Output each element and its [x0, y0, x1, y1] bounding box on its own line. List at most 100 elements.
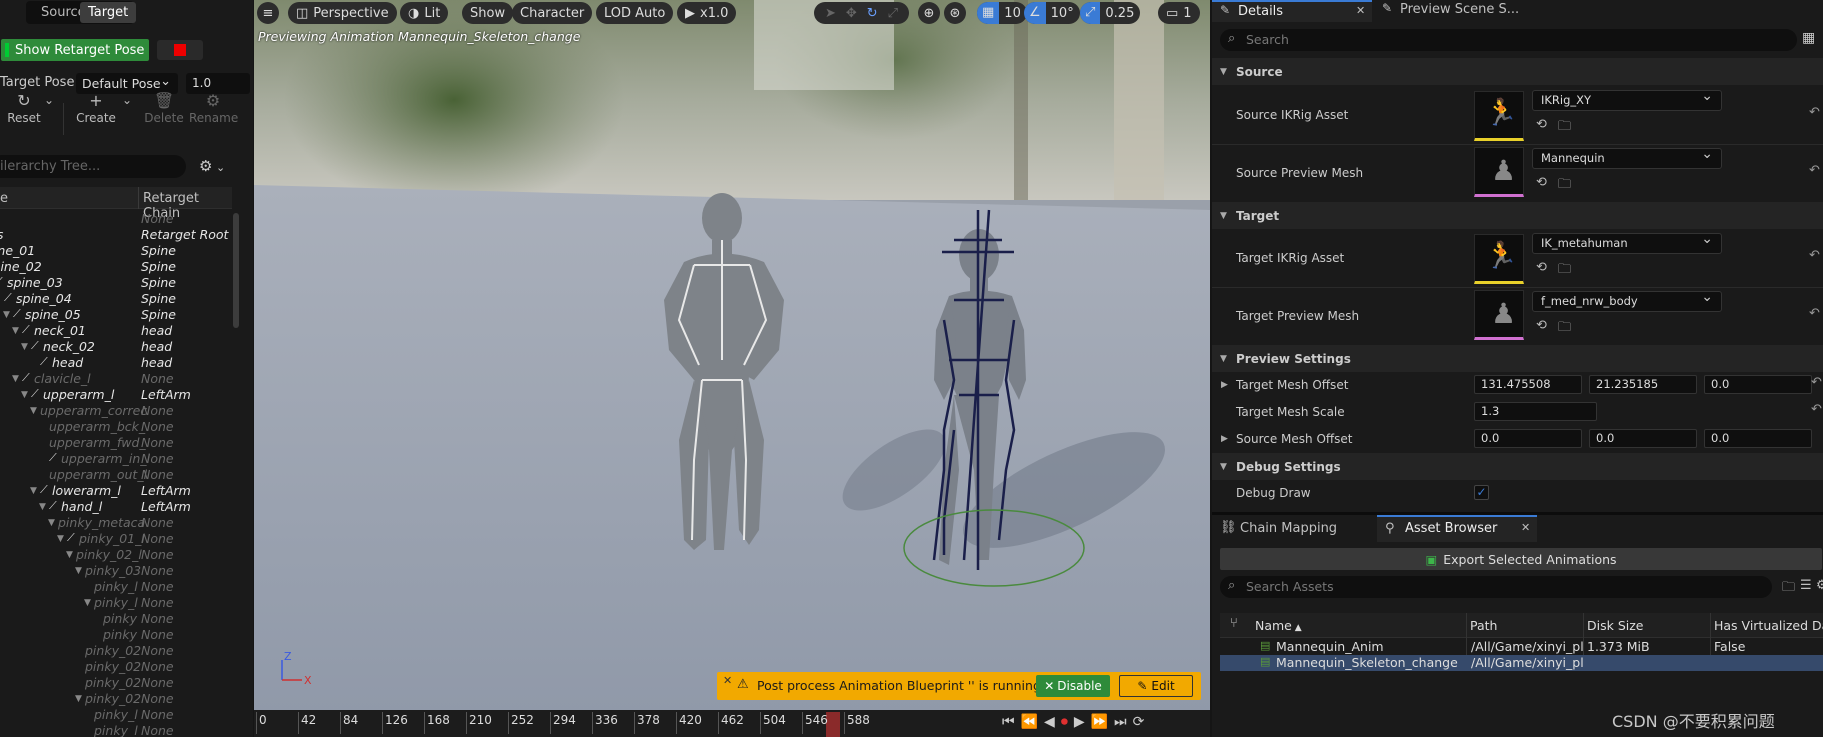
retarget-chain[interactable]: Spine — [141, 291, 176, 306]
source-ikrig-dropdown[interactable]: IKRig_XY — [1532, 87, 1722, 111]
tree-row[interactable]: ▼ pinky_l None — [0, 595, 236, 611]
tree-row[interactable]: pinky_l None — [0, 723, 236, 737]
column-name-header[interactable]: e — [0, 191, 8, 206]
delete-button[interactable]: 🗑 Delete — [140, 91, 188, 125]
expand-arrow-icon[interactable]: ▼ — [39, 499, 47, 515]
section-target[interactable]: ▼ Target — [1212, 202, 1823, 229]
reset-to-default-icon[interactable]: ↶ — [1809, 248, 1820, 263]
skip-start-icon[interactable]: ⏮ — [1002, 714, 1021, 730]
tree-row[interactable]: upperarm_out_l None — [0, 467, 236, 483]
tree-row[interactable]: ⟋ spine_04 Spine — [0, 291, 236, 307]
browse-icon[interactable]: ⟲ — [1536, 117, 1547, 132]
source-offset-x-input[interactable]: 0.0 — [1474, 429, 1582, 448]
loop-icon[interactable]: ⟳ — [1133, 714, 1151, 730]
expand-arrow-icon[interactable]: ▼ — [21, 339, 29, 355]
tree-scrollbar[interactable] — [233, 213, 239, 328]
retarget-chain[interactable]: LeftArm — [141, 499, 191, 514]
tab-asset-browser[interactable]: ⚲ Asset Browser ✕ — [1377, 515, 1537, 542]
settings-icon[interactable]: ⚙ — [1816, 578, 1823, 593]
tree-row[interactable]: spine_02 Spine — [0, 259, 236, 275]
retarget-chain[interactable]: Spine — [141, 259, 176, 274]
retarget-chain[interactable]: None — [141, 547, 174, 562]
tree-row[interactable]: vis Retarget Root — [0, 227, 236, 243]
expand-arrow-icon[interactable]: ▼ — [3, 307, 11, 323]
tree-row[interactable]: ▼ ⟋ neck_02 head — [0, 339, 236, 355]
tree-row[interactable]: pinky_02 None — [0, 675, 236, 691]
rotate-icon[interactable]: ↻ — [867, 6, 878, 21]
grid-snap-button[interactable]: ▦ 10 — [977, 2, 1027, 24]
reset-to-default-icon[interactable]: ↶ — [1811, 375, 1822, 390]
export-animations-button[interactable]: ▣ Export Selected Animations — [1220, 548, 1822, 570]
reset-button[interactable]: ↻ Reset ⌄ — [0, 91, 54, 125]
viewport[interactable]: Z X ≡ ◫ Perspective ◑ Lit Show Character L… — [254, 0, 1210, 737]
tree-row[interactable]: ⟋ spine_03 Spine — [0, 275, 236, 291]
source-offset-y-input[interactable]: 0.0 — [1589, 429, 1697, 448]
reset-to-default-icon[interactable]: ↶ — [1811, 402, 1822, 417]
close-icon[interactable]: ✕ — [1356, 4, 1365, 17]
tree-row[interactable]: ⟋ upperarm_in_l None — [0, 451, 236, 467]
tree-row[interactable]: ▼ pinky_02_l None — [0, 547, 236, 563]
browse-icon[interactable]: ⟲ — [1536, 260, 1547, 275]
expand-arrow-icon[interactable]: ▶ — [1221, 380, 1228, 390]
play-icon[interactable]: ▶ — [1074, 714, 1091, 730]
retarget-chain[interactable]: LeftArm — [141, 387, 191, 402]
find-in-browser-icon[interactable]: 🗀 — [1558, 318, 1571, 340]
find-in-browser-icon[interactable]: 🗀 — [1558, 260, 1571, 282]
viewport-menu-button[interactable]: ≡ — [257, 2, 279, 24]
scale-snap-button[interactable]: ⤢ 0.25 — [1080, 2, 1141, 24]
scale-icon[interactable]: ⤢ — [888, 6, 898, 21]
target-ikrig-thumbnail[interactable]: 🏃 — [1474, 234, 1524, 284]
reset-to-default-icon[interactable]: ↶ — [1809, 306, 1820, 321]
retarget-chain[interactable]: None — [141, 515, 174, 530]
section-preview-settings[interactable]: ▼ Preview Settings — [1212, 345, 1823, 372]
tree-row[interactable]: None — [0, 211, 236, 227]
tab-details[interactable]: ✎ Details ✕ — [1212, 0, 1372, 22]
tree-row[interactable]: ▼ ⟋ hand_l LeftArm — [0, 499, 236, 515]
retarget-chain[interactable]: Spine — [141, 243, 176, 258]
show-retarget-pose-button[interactable]: Show Retarget Pose — [1, 39, 149, 61]
play-speed-button[interactable]: ▶ x1.0 — [677, 2, 737, 24]
hierarchy-search-input[interactable]: ilerarchy Tree... — [0, 155, 186, 178]
source-mesh-thumbnail[interactable]: ♟ — [1474, 147, 1524, 197]
retarget-chain[interactable]: None — [141, 579, 174, 594]
expand-arrow-icon[interactable]: ▼ — [84, 595, 92, 611]
source-ikrig-thumbnail[interactable]: 🏃 — [1474, 91, 1524, 141]
retarget-chain[interactable]: None — [141, 419, 174, 434]
target-mesh-dropdown[interactable]: f_med_nrw_body — [1532, 288, 1722, 312]
branch-icon[interactable]: ⑂ — [1230, 616, 1238, 631]
expand-arrow-icon[interactable]: ▼ — [30, 403, 38, 419]
retarget-chain[interactable]: head — [141, 339, 172, 354]
retarget-chain[interactable]: None — [141, 707, 174, 722]
record-icon[interactable]: ⏺ — [1061, 714, 1074, 730]
expand-arrow-icon[interactable]: ▼ — [12, 323, 20, 339]
retarget-chain[interactable]: head — [141, 355, 172, 370]
browse-icon[interactable]: ⟲ — [1536, 318, 1547, 333]
section-source[interactable]: ▼ Source — [1212, 58, 1823, 85]
retarget-chain[interactable]: Spine — [141, 307, 176, 322]
tree-row[interactable]: ▼ ⟋ clavicle_l None — [0, 371, 236, 387]
retarget-chain[interactable]: Spine — [141, 275, 176, 290]
expand-arrow-icon[interactable]: ▼ — [57, 531, 65, 547]
tree-row[interactable]: ▼ ⟋ lowerarm_l LeftArm — [0, 483, 236, 499]
expand-arrow-icon[interactable]: ▼ — [21, 387, 29, 403]
target-mesh-thumbnail[interactable]: ♟ — [1474, 290, 1524, 340]
retarget-chain[interactable]: None — [141, 563, 174, 578]
character-button[interactable]: Character — [512, 2, 593, 24]
asset-search-input[interactable]: ⌕ Search Assets — [1220, 576, 1772, 598]
disable-button[interactable]: ✕ Disable — [1036, 675, 1110, 697]
retarget-chain[interactable]: None — [141, 211, 174, 226]
table-view-icon[interactable]: ▦ — [1802, 30, 1815, 46]
expand-arrow-icon[interactable]: ▼ — [66, 547, 74, 563]
source-mesh-dropdown[interactable]: Mannequin — [1532, 145, 1722, 169]
source-offset-z-input[interactable]: 0.0 — [1704, 429, 1812, 448]
find-in-browser-icon[interactable]: 🗀 — [1558, 175, 1571, 197]
stop-button[interactable] — [157, 40, 203, 60]
expand-arrow-icon[interactable]: ▼ — [48, 515, 56, 531]
target-offset-z-input[interactable]: 0.0 — [1704, 375, 1812, 394]
tree-row[interactable]: ▼ ⟋ pinky_01_l None — [0, 531, 236, 547]
tab-chain-mapping[interactable]: ⛓ Chain Mapping — [1212, 515, 1372, 542]
lit-button[interactable]: ◑ Lit — [400, 2, 449, 24]
retarget-chain[interactable]: LeftArm — [141, 483, 191, 498]
tree-row[interactable]: ▼ upperarm_correc None — [0, 403, 236, 419]
expand-arrow-icon[interactable]: ▼ — [12, 371, 20, 387]
